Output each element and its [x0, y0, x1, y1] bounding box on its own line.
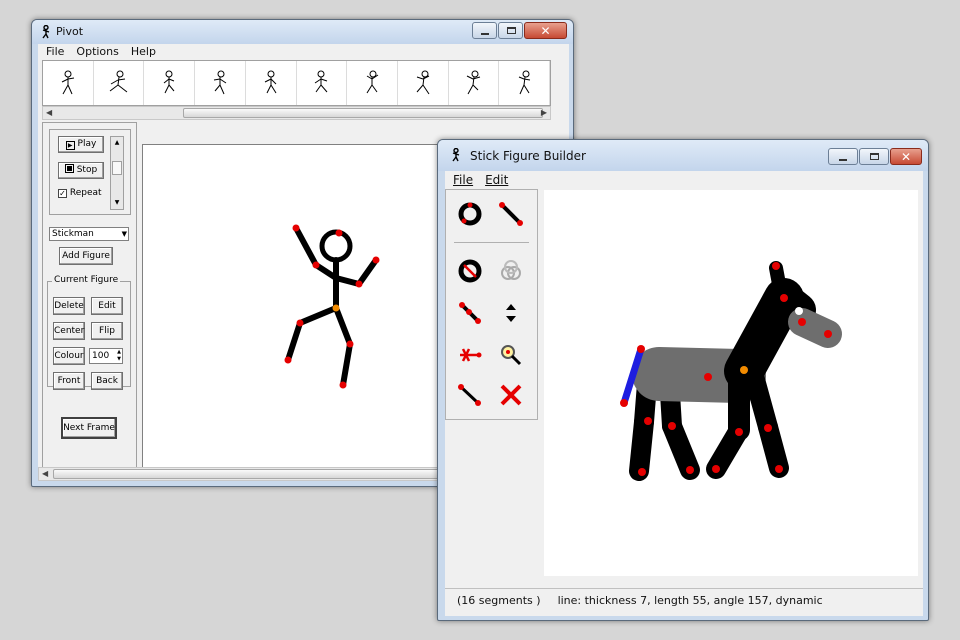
scroll-up-icon[interactable]: ▲: [111, 137, 123, 149]
timeline-scroll-thumb[interactable]: [183, 108, 543, 118]
maximize-icon: [507, 27, 516, 34]
minimize-button[interactable]: [472, 22, 497, 39]
scroll-left-icon[interactable]: ◀: [42, 468, 48, 480]
circle-segment-icon[interactable]: [455, 256, 485, 286]
close-icon: ✕: [900, 150, 912, 164]
segment-info: line: thickness 7, length 55, angle 157,…: [557, 594, 823, 607]
back-button[interactable]: Back: [91, 372, 123, 390]
maximize-button[interactable]: [498, 22, 523, 39]
sfb-client: (16 segments ) line: thickness 7, length…: [445, 189, 923, 616]
pivot-titlebar[interactable]: Pivot ✕: [32, 20, 573, 44]
menu-help[interactable]: Help: [131, 44, 156, 60]
close-button[interactable]: ✕: [890, 148, 922, 165]
next-frame-button[interactable]: Next Frame: [61, 417, 117, 439]
frame-thumbnail[interactable]: [43, 61, 94, 105]
frame-thumbnail[interactable]: [144, 61, 196, 105]
delete-joint-icon[interactable]: [455, 340, 485, 370]
minimize-icon: [839, 159, 847, 161]
split-segment-icon[interactable]: [455, 298, 485, 328]
frame-thumbnail[interactable]: [347, 61, 398, 105]
add-circle-icon[interactable]: [455, 199, 485, 229]
frame-thumbnail[interactable]: [195, 61, 246, 105]
speed-slider[interactable]: ▲ ▼: [110, 136, 124, 210]
minimize-icon: [481, 33, 489, 35]
edit-button[interactable]: Edit: [91, 297, 123, 315]
pivot-menubar: File Options Help: [38, 44, 569, 60]
size-stepper[interactable]: 100 ▲ ▼: [89, 348, 123, 364]
menu-options[interactable]: Options: [76, 44, 118, 60]
tool-divider: [454, 242, 529, 243]
frame-thumbnail[interactable]: [448, 61, 500, 105]
arrange-updown-icon[interactable]: [496, 298, 526, 328]
tool-panel: [445, 189, 538, 420]
sfb-title: Stick Figure Builder: [470, 149, 586, 163]
menu-file[interactable]: File: [453, 171, 473, 189]
playback-group: ▶ Play Stop ✓ Repeat ▲ ▼: [49, 129, 131, 215]
maximize-button[interactable]: [859, 148, 889, 165]
stickman-app-icon: [42, 25, 50, 39]
close-button[interactable]: ✕: [524, 22, 567, 39]
pivot-title: Pivot: [56, 25, 84, 38]
sfb-titlebar[interactable]: Stick Figure Builder ✕: [438, 140, 928, 171]
checkbox-checked-icon: ✓: [58, 189, 67, 198]
add-figure-button[interactable]: Add Figure: [59, 247, 113, 265]
builder-canvas[interactable]: [544, 190, 918, 576]
scroll-down-icon[interactable]: ▼: [111, 197, 123, 209]
frame-thumbnail[interactable]: [245, 61, 297, 105]
scroll-right-icon[interactable]: ▶: [541, 107, 547, 119]
zoom-icon[interactable]: [496, 340, 526, 370]
control-panel: ▶ Play Stop ✓ Repeat ▲ ▼ Stickman ▼ Add …: [42, 122, 137, 473]
frame-timeline: [42, 60, 551, 106]
frame-thumbnail[interactable]: [93, 61, 145, 105]
flip-button[interactable]: Flip: [91, 322, 123, 340]
stop-icon: [64, 164, 74, 173]
joint-merge-icon[interactable]: [496, 256, 526, 286]
status-bar: (16 segments ) line: thickness 7, length…: [445, 588, 923, 612]
segment-count: (16 segments ): [457, 594, 541, 607]
scroll-left-icon[interactable]: ◀: [46, 107, 52, 119]
delete-button[interactable]: Delete: [53, 297, 85, 315]
stickman-app-icon: [452, 148, 460, 162]
line-end-icon[interactable]: [455, 380, 485, 410]
figure-type-select[interactable]: Stickman ▼: [49, 227, 129, 241]
front-button[interactable]: Front: [53, 372, 85, 390]
menu-edit[interactable]: Edit: [485, 171, 508, 189]
center-button[interactable]: Center: [53, 322, 85, 340]
stick-figure-builder-window: Stick Figure Builder ✕ File Edit (16 seg…: [437, 139, 929, 621]
delete-icon[interactable]: [496, 380, 526, 410]
timeline-scrollbar[interactable]: ◀ ▶: [42, 106, 551, 120]
frame-thumbnail[interactable]: [296, 61, 348, 105]
repeat-checkbox[interactable]: ✓ Repeat: [58, 188, 102, 198]
add-line-icon[interactable]: [496, 199, 526, 229]
colour-button[interactable]: Colour: [53, 347, 85, 365]
horse-figure[interactable]: [544, 190, 918, 576]
play-button[interactable]: ▶ Play: [58, 136, 104, 153]
frame-thumbnail[interactable]: [397, 61, 449, 105]
play-icon: ▶: [65, 141, 75, 150]
current-figure-label: Current Figure: [52, 275, 121, 285]
close-icon: ✕: [540, 24, 551, 38]
maximize-icon: [870, 153, 879, 160]
sfb-menubar: File Edit: [445, 171, 923, 189]
frame-thumbnail[interactable]: [499, 61, 551, 105]
menu-file[interactable]: File: [46, 44, 64, 60]
speed-slider-thumb[interactable]: [112, 161, 122, 175]
minimize-button[interactable]: [828, 148, 858, 165]
stop-button[interactable]: Stop: [58, 162, 104, 179]
stepper-arrows-icon[interactable]: ▲ ▼: [117, 349, 121, 363]
chevron-down-icon: ▼: [121, 230, 127, 238]
